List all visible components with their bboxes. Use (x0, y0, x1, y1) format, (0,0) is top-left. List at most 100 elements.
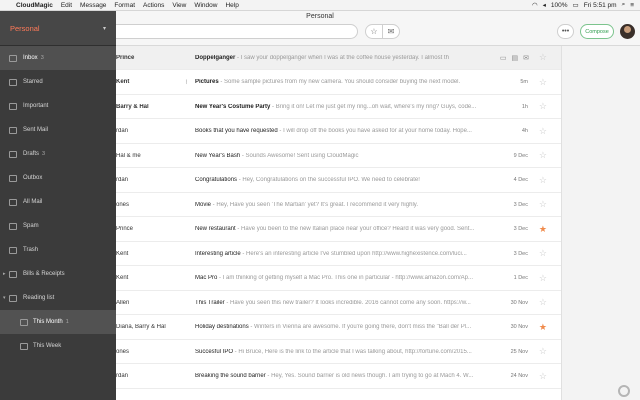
volume-icon[interactable]: ◂ (543, 1, 546, 9)
unread-filter-button[interactable]: ✉ (382, 24, 400, 39)
battery-icon[interactable]: ▭ (573, 1, 579, 9)
email-row[interactable]: rdan Books that you have requested - I wi… (116, 120, 561, 144)
email-subject: Books that you have requested (195, 128, 278, 134)
email-row[interactable]: Kent ⌇ Pictures - Some sample pictures fro… (116, 71, 561, 95)
sidebar-item-label: Starred (23, 79, 46, 85)
star-icon[interactable]: ☆ (539, 297, 547, 308)
email-preview: I am thinking of getting myself a Mac Pr… (222, 275, 474, 281)
star-icon[interactable]: ☆ (539, 346, 547, 357)
email-list: Prince Doppelganger - I saw your doppelga… (116, 46, 561, 400)
email-row[interactable]: rdan Congratulations - Hey, Congratulatio… (116, 169, 561, 193)
folder-icon (20, 318, 28, 326)
sidebar-item-spam[interactable]: Spam (0, 214, 116, 238)
menu-format[interactable]: Format (114, 2, 135, 9)
spotlight-icon[interactable]: ⌕ (622, 1, 626, 9)
star-icon: ☆ (370, 27, 378, 36)
email-sender: rdan (116, 373, 129, 379)
email-sender: Prince (116, 54, 135, 61)
email-date: 3 Dec (513, 250, 528, 257)
email-row[interactable]: Hal & me New Year's Bash - Sounds Awesome… (116, 144, 561, 168)
email-summary: This Trailer - Have you seen this new tr… (195, 300, 503, 306)
sidebar-item-all-mail[interactable]: All Mail (0, 190, 116, 214)
chevron-right-icon[interactable]: ▸ (3, 271, 6, 277)
sidebar-item-outbox[interactable]: Outbox (0, 166, 116, 190)
move-icon[interactable]: ▤ (512, 54, 519, 62)
email-date: 30 Nov (510, 324, 528, 330)
sidebar-item-this-week[interactable]: This Week (0, 334, 116, 358)
email-row[interactable]: ones Movie - Hey, Have you seen 'The Mart… (116, 193, 561, 217)
email-row[interactable]: Diana, Barry & Hal Holiday destinations -… (116, 316, 561, 340)
star-icon[interactable]: ☆ (539, 175, 547, 186)
email-row[interactable]: Prince New restaurant - Have you been to … (116, 218, 561, 242)
more-button[interactable]: ••• (557, 24, 574, 39)
email-preview: Here's an interesting article I've stumb… (246, 250, 467, 257)
email-row[interactable]: Kent Interesting article - Here's an inte… (116, 242, 561, 266)
email-row[interactable]: Prince Doppelganger - I saw your doppelga… (116, 46, 561, 70)
sidebar-item-trash[interactable]: Trash (0, 238, 116, 262)
menu-view[interactable]: View (172, 2, 186, 9)
status-area: ◠ ◂ 100% ▭ Fri 5:51 pm ⌕ ≡ (532, 1, 640, 9)
menu-edit[interactable]: Edit (61, 2, 72, 9)
star-filter-button[interactable]: ☆ (365, 24, 383, 39)
email-summary: New Year's Costume Party - Bring it on! … (195, 104, 503, 110)
star-icon[interactable]: ☆ (539, 273, 547, 284)
account-name: Personal (10, 23, 40, 33)
chevron-down-icon[interactable]: ▾ (3, 295, 6, 301)
email-date: 3 Dec (513, 226, 528, 232)
menu-actions[interactable]: Actions (143, 2, 164, 9)
email-row[interactable]: rdan Breaking the sound barrier - Hey, Ye… (116, 365, 561, 389)
menu-app-name[interactable]: CloudMagic (16, 2, 53, 9)
star-icon[interactable]: ☆ (539, 52, 547, 63)
sidebar-item-bills-receipts[interactable]: ▸ Bills & Receipts (0, 262, 116, 286)
send-icon (9, 126, 17, 134)
search-input[interactable] (100, 24, 358, 39)
star-icon (9, 78, 17, 86)
star-icon[interactable]: ☆ (539, 126, 547, 137)
star-icon[interactable]: ★ (539, 322, 547, 333)
email-sender: ones (116, 348, 130, 355)
sidebar-item-starred[interactable]: Starred (0, 70, 116, 94)
sidebar-item-text: Bills & Receipts (23, 271, 65, 277)
menu-list-icon[interactable]: ≡ (630, 2, 634, 9)
sidebar-item-important[interactable]: Important (0, 94, 116, 118)
avatar[interactable] (620, 24, 635, 39)
star-icon[interactable]: ☆ (539, 77, 547, 88)
email-preview: Hey, Have you seen 'The Martian' yet? It… (216, 201, 418, 208)
menu-window[interactable]: Window (194, 2, 217, 9)
mark-unread-icon[interactable]: ✉ (523, 54, 529, 62)
email-row[interactable]: Allen This Trailer - Have you seen this n… (116, 291, 561, 315)
email-sender: Barry & Hal (116, 103, 149, 110)
sidebar-item-inbox[interactable]: Inbox 3 (0, 46, 116, 70)
email-date: 5m (520, 79, 528, 85)
email-summary: Breaking the sound barrier - Hey, Yes. S… (195, 373, 503, 379)
star-icon[interactable]: ☆ (539, 150, 547, 161)
sidebar-item-label: This Week (33, 343, 64, 349)
email-summary: Doppelganger - I saw your doppelganger w… (195, 55, 503, 61)
sidebar-item-drafts[interactable]: Drafts 3 (0, 142, 116, 166)
star-icon[interactable]: ☆ (539, 199, 547, 210)
sidebar-item-text: Drafts (23, 151, 40, 157)
star-icon[interactable]: ☆ (539, 248, 547, 259)
wifi-icon[interactable]: ◠ (532, 1, 538, 9)
chevron-down-icon: ▾ (102, 26, 106, 32)
menu-help[interactable]: Help (225, 2, 238, 9)
sidebar-item-text: Outbox (23, 175, 43, 181)
sidebar-item-this-month[interactable]: This Month 1 (0, 310, 116, 334)
account-switcher[interactable]: Personal ▾ (0, 11, 116, 46)
outbox-icon (9, 174, 17, 182)
menu-message[interactable]: Message (80, 2, 106, 9)
star-icon[interactable]: ☆ (539, 101, 547, 112)
email-date: 4 Dec (513, 177, 528, 183)
email-summary: New Year's Bash - Sounds Awesome! Sent u… (195, 153, 503, 159)
clock[interactable]: Fri 5:51 pm (584, 2, 617, 9)
star-icon[interactable]: ☆ (539, 371, 547, 382)
archive-icon[interactable]: ▭ (500, 54, 507, 62)
compose-button[interactable]: Compose (580, 24, 614, 39)
email-row[interactable]: Kent Mac Pro - I am thinking of getting m… (116, 267, 561, 291)
sidebar-item-reading-list[interactable]: ▾ Reading list (0, 286, 116, 310)
sidebar-item-sent-mail[interactable]: Sent Mail (0, 118, 116, 142)
sync-icon[interactable] (618, 385, 630, 397)
star-icon[interactable]: ★ (539, 224, 547, 235)
email-row[interactable]: Barry & Hal New Year's Costume Party - Br… (116, 95, 561, 119)
email-row[interactable]: ones Succesful IPO - Hi Bruce, Here is th… (116, 340, 561, 364)
